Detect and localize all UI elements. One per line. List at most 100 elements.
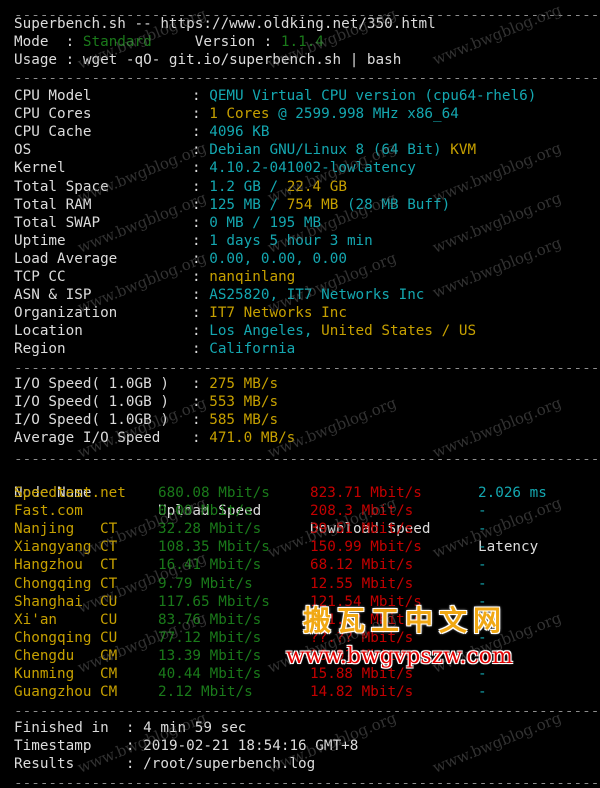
node-name: Xi'an	[14, 611, 58, 628]
node-isp: CU	[100, 611, 118, 628]
overlay-site-url: www.bwgvpszw.com	[286, 644, 513, 669]
info-value: : Los Angeles, United States / US	[192, 322, 476, 340]
download-speed: 12.55 Mbit/s	[310, 575, 414, 592]
version-label: Version :	[194, 34, 281, 50]
overlay-site-name: 搬瓦工中文网	[303, 604, 508, 637]
node-name: Fast.com	[14, 503, 83, 520]
upload-speed: 13.39 Mbit/s	[158, 647, 262, 664]
info-value: : 4096 KB	[192, 123, 269, 141]
info-label: OS	[14, 142, 32, 159]
system-info-row: CPU Model: QEMU Virtual CPU version (cpu…	[14, 87, 594, 105]
separator	[14, 458, 600, 460]
io-speed: 553 MB/s	[209, 394, 279, 411]
separator	[14, 367, 600, 369]
info-value: : QEMU Virtual CPU version (cpu64-rhel6)	[192, 87, 536, 105]
upload-speed: 2.12 Mbit/s	[158, 684, 253, 701]
colon: :	[192, 305, 210, 322]
colon: :	[192, 88, 210, 104]
colon: :	[192, 323, 210, 340]
info-label: CPU Cache	[14, 124, 92, 141]
download-speed: 150.99 Mbit/s	[310, 539, 422, 556]
info-value-part: @ 2599.998 MHz x86_64	[278, 106, 459, 123]
latency: -	[478, 557, 487, 574]
io-label: I/O Speed( 1.0GB )	[14, 394, 169, 411]
node-name: Chongqing	[14, 629, 92, 646]
info-label: CPU Cores	[14, 106, 92, 123]
system-info-row: Location: Los Angeles, United States / U…	[14, 322, 594, 340]
node-name: Kunming	[14, 666, 75, 682]
node-name: Shanghai	[14, 593, 83, 610]
info-label: CPU Model	[14, 88, 92, 104]
separator	[14, 77, 600, 79]
latency: -	[478, 575, 487, 592]
speedtest-header: Node Name Upload Speed Download Speed La…	[14, 466, 538, 555]
info-label: TCP CC	[14, 269, 66, 285]
footer-row: Finished in : 4 min 59 sec	[14, 719, 246, 737]
system-info-row: CPU Cache: 4096 KB	[14, 123, 594, 141]
info-value-part: Los Angeles,	[209, 323, 322, 340]
footer-label: Finished in :	[14, 720, 144, 736]
speedtest-row: Hangzhou CT 16.41 Mbit/s 68.12 Mbit/s -	[14, 556, 594, 574]
info-label: Region	[14, 341, 66, 358]
download-speed: 14.82 Mbit/s	[310, 684, 414, 701]
io-row: I/O Speed( 1.0GB ): 553 MB/s	[14, 393, 594, 411]
info-label: Kernel	[14, 160, 66, 177]
info-value: : California	[192, 340, 295, 358]
colon: :	[192, 269, 210, 285]
info-value-part: California	[209, 341, 296, 358]
latency: 2.026 ms	[478, 485, 547, 501]
io-speed: 275 MB/s	[209, 376, 279, 392]
info-value: : nanqinlang	[192, 268, 295, 286]
colon: :	[192, 287, 210, 304]
info-label: Load Average	[14, 250, 118, 267]
node-name: Speedtest.net	[14, 485, 126, 501]
io-row: I/O Speed( 1.0GB ): 275 MB/s	[14, 375, 594, 393]
info-value-part: QEMU Virtual CPU version (cpu64-rhel6)	[209, 88, 537, 104]
system-info-row: Region: California	[14, 340, 594, 358]
terminal-window[interactable]: Superbench.sh -- https://www.oldking.net…	[0, 0, 600, 788]
colon: :	[192, 106, 210, 123]
system-info-row: OS : Debian GNU/Linux 8 (64 Bit) KVM	[14, 141, 594, 159]
separator	[14, 710, 600, 712]
node-name: Chongqing	[14, 575, 92, 592]
io-value: : 585 MB/s	[192, 411, 278, 429]
speedtest-row: Guangzhou CM 2.12 Mbit/s 14.82 Mbit/s -	[14, 683, 594, 701]
colon: :	[192, 430, 210, 447]
node-isp: CM	[100, 684, 118, 701]
colon: :	[192, 376, 210, 392]
colon: :	[192, 341, 210, 358]
node-name: Guangzhou	[14, 684, 92, 701]
latency: -	[478, 684, 487, 701]
download-speed: 823.71 Mbit/s	[310, 485, 422, 501]
colon: :	[192, 232, 210, 249]
io-speed: 585 MB/s	[209, 412, 279, 429]
io-value: : 275 MB/s	[192, 375, 278, 393]
colon: :	[192, 214, 210, 231]
info-value: : 1 Cores @ 2599.998 MHz x86_64	[192, 105, 459, 123]
latency: -	[478, 503, 487, 520]
node-name: Nanjing	[14, 521, 75, 538]
usage-line: Usage : wget -qO- git.io/superbench.sh |…	[14, 52, 402, 68]
mode-label: Mode :	[14, 34, 83, 50]
watermark-text: www.bwgblog.org	[430, 708, 564, 777]
info-label: Uptime	[14, 232, 66, 249]
node-name: Chengdu	[14, 647, 75, 664]
info-value-part: 4096 KB	[209, 124, 270, 141]
upload-speed: 117.65 Mbit/s	[158, 593, 270, 610]
info-value: : Debian GNU/Linux 8 (64 Bit) KVM	[192, 141, 476, 159]
info-value-part: United States / US	[321, 323, 477, 340]
info-value: : 125 MB / 754 MB (28 MB Buff)	[192, 196, 450, 214]
upload-speed: 680.08 Mbit/s	[158, 485, 270, 501]
upload-speed: 108.35 Mbit/s	[158, 539, 270, 556]
colon: :	[192, 124, 210, 141]
info-value-part: Debian GNU/Linux 8 (64 Bit)	[209, 142, 451, 159]
upload-speed: 40.44 Mbit/s	[158, 666, 262, 682]
separator	[14, 782, 600, 784]
info-value-part: 1 Cores	[209, 106, 279, 123]
system-info-row: CPU Cores: 1 Cores @ 2599.998 MHz x86_64	[14, 105, 594, 123]
info-label: Total SWAP	[14, 214, 101, 231]
node-isp: CT	[100, 557, 118, 574]
colon: :	[192, 160, 210, 177]
info-label: Location	[14, 323, 83, 340]
watermark-text: www.bwgblog.org	[430, 0, 564, 69]
